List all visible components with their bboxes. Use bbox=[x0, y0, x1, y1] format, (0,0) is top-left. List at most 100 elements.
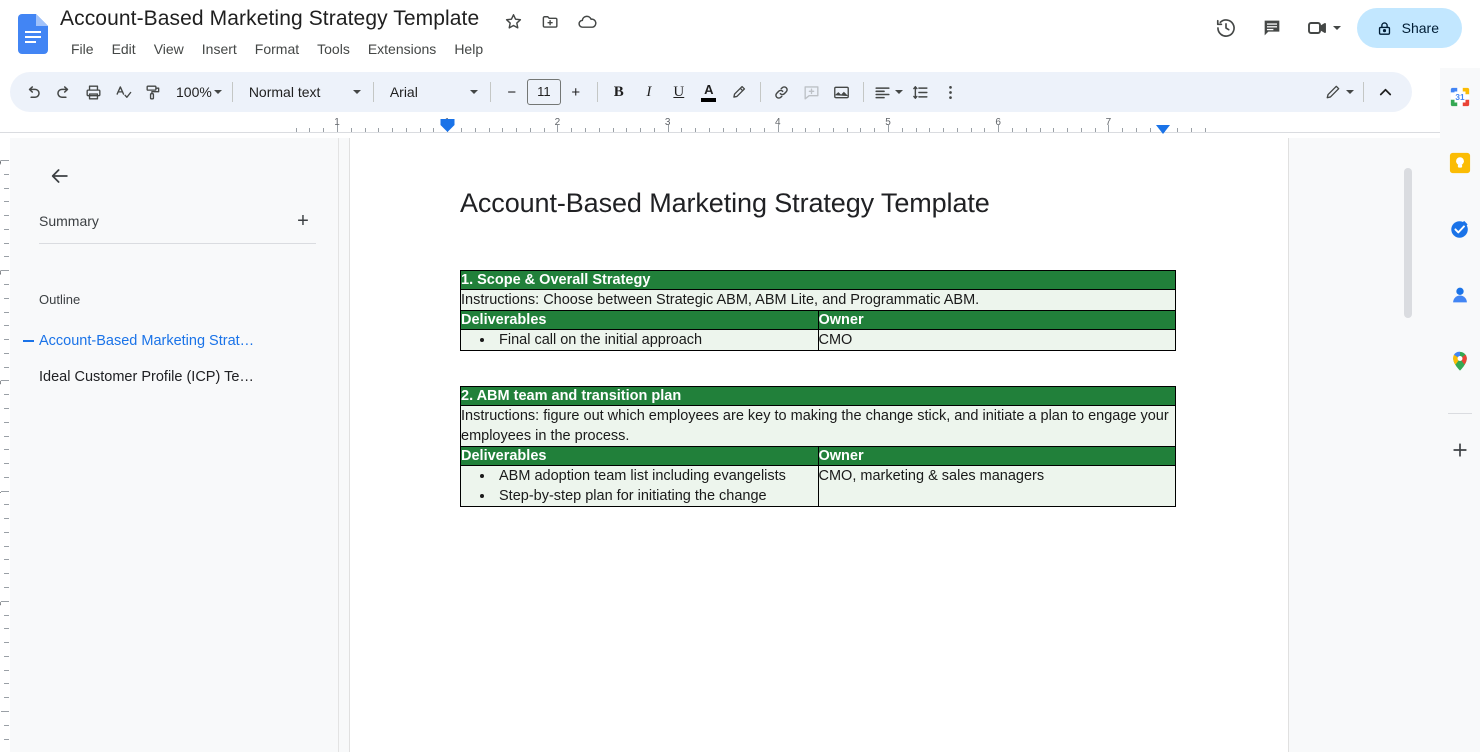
list-item: ABM adoption team list including evangel… bbox=[495, 466, 818, 486]
text-color-swatch bbox=[701, 97, 717, 102]
ruler-minor-tick bbox=[970, 128, 972, 132]
line-spacing-icon[interactable] bbox=[906, 77, 936, 107]
document-page: Account-Based Marketing Strategy Templat… bbox=[349, 138, 1289, 752]
google-calendar-icon[interactable]: 31 bbox=[1449, 86, 1471, 108]
right-indent-marker[interactable] bbox=[1156, 122, 1170, 134]
undo-icon[interactable] bbox=[18, 77, 48, 107]
menu-edit[interactable]: Edit bbox=[104, 37, 144, 61]
menu-tools[interactable]: Tools bbox=[309, 37, 358, 61]
menu-insert[interactable]: Insert bbox=[194, 37, 245, 61]
vruler-minor-tick bbox=[4, 283, 9, 285]
bold-button[interactable]: B bbox=[604, 77, 634, 107]
table-instructions: Instructions: Choose between Strategic A… bbox=[460, 289, 1176, 311]
horizontal-ruler[interactable]: 11234567 bbox=[0, 117, 1440, 138]
document-heading[interactable]: Account-Based Marketing Strategy Templat… bbox=[460, 186, 1210, 220]
ruler-minor-tick bbox=[832, 128, 834, 132]
ruler-minor-tick bbox=[474, 128, 476, 132]
vruler-minor-tick bbox=[4, 201, 9, 203]
google-tasks-icon[interactable] bbox=[1449, 218, 1471, 240]
list-item: Final call on the initial approach bbox=[495, 330, 818, 350]
italic-button[interactable]: I bbox=[634, 77, 664, 107]
version-history-icon[interactable] bbox=[1206, 8, 1246, 48]
font-family-selector[interactable]: Arial bbox=[380, 77, 484, 107]
table-instructions: Instructions: figure out which employees… bbox=[460, 405, 1176, 447]
menu-file[interactable]: File bbox=[63, 37, 102, 61]
ruler-minor-tick bbox=[984, 128, 986, 132]
table-cell-deliverables: ABM adoption team list including evangel… bbox=[460, 465, 819, 507]
ruler-minor-tick bbox=[598, 128, 600, 132]
ruler-minor-tick bbox=[695, 128, 697, 132]
back-arrow-icon[interactable] bbox=[40, 156, 80, 196]
vruler-number: 2 bbox=[0, 270, 3, 275]
menu-format[interactable]: Format bbox=[247, 37, 307, 61]
underline-button[interactable]: U bbox=[664, 77, 694, 107]
cloud-saved-icon[interactable] bbox=[576, 10, 598, 32]
star-icon[interactable] bbox=[502, 10, 524, 32]
insert-image-icon[interactable] bbox=[827, 77, 857, 107]
redo-icon[interactable] bbox=[48, 77, 78, 107]
paragraph-style-selector[interactable]: Normal text bbox=[239, 77, 367, 107]
ruler-minor-tick bbox=[722, 128, 724, 132]
vruler-minor-tick bbox=[4, 587, 9, 589]
zoom-selector[interactable]: 100% bbox=[168, 77, 226, 107]
app-header: Account-Based Marketing Strategy Templat… bbox=[0, 0, 1480, 68]
more-toolbar-options-icon[interactable] bbox=[936, 77, 966, 107]
menu-help[interactable]: Help bbox=[446, 37, 491, 61]
google-docs-window: Account-Based Marketing Strategy Templat… bbox=[0, 0, 1480, 752]
menu-view[interactable]: View bbox=[146, 37, 192, 61]
vruler-minor-tick bbox=[4, 311, 9, 313]
print-icon[interactable] bbox=[78, 77, 108, 107]
align-button[interactable] bbox=[870, 77, 906, 107]
table-cell-owner: CMO bbox=[817, 329, 1176, 351]
increase-font-size-button[interactable]: + bbox=[561, 77, 591, 107]
vertical-ruler[interactable]: 1 2 3 4 5 bbox=[0, 138, 10, 752]
vruler-minor-tick bbox=[4, 683, 9, 685]
comment-history-icon[interactable] bbox=[1252, 8, 1292, 48]
google-maps-icon[interactable] bbox=[1449, 350, 1471, 372]
outline-item-account-based-marketing[interactable]: Account-Based Marketing Strat… bbox=[10, 323, 339, 359]
outline-label: Outline bbox=[39, 292, 81, 307]
move-to-folder-icon[interactable] bbox=[539, 10, 561, 32]
ruler-minor-tick bbox=[364, 128, 366, 132]
ruler-track bbox=[0, 132, 1440, 133]
ruler-minor-tick bbox=[1053, 128, 1055, 132]
ruler-minor-tick bbox=[571, 128, 573, 132]
outline-item-ideal-customer-profile[interactable]: Ideal Customer Profile (ICP) Te… bbox=[10, 359, 339, 395]
vruler-minor-tick bbox=[4, 366, 9, 368]
insert-link-icon[interactable] bbox=[767, 77, 797, 107]
add-side-panel-app-icon[interactable] bbox=[1448, 438, 1472, 462]
font-size-input[interactable]: 11 bbox=[526, 79, 561, 105]
document-scrollbar[interactable] bbox=[1404, 168, 1412, 318]
meet-call-button[interactable] bbox=[1298, 8, 1345, 48]
document-scroll-area[interactable]: Account-Based Marketing Strategy Templat… bbox=[339, 138, 1420, 752]
hide-menus-icon[interactable] bbox=[1370, 77, 1400, 107]
table-row: Deliverables Owner bbox=[460, 446, 1176, 466]
spellcheck-icon[interactable] bbox=[108, 77, 138, 107]
google-docs-logo[interactable] bbox=[18, 14, 48, 54]
text-color-button[interactable]: A bbox=[694, 77, 724, 107]
share-button[interactable]: Share bbox=[1356, 8, 1462, 48]
left-indent-marker[interactable] bbox=[440, 119, 455, 133]
vruler-minor-tick bbox=[4, 655, 9, 657]
vruler-minor-tick bbox=[4, 559, 9, 561]
chevron-down-icon bbox=[469, 90, 478, 94]
vruler-minor-tick bbox=[4, 407, 9, 409]
vruler-minor-tick bbox=[4, 242, 9, 244]
menu-extensions[interactable]: Extensions bbox=[360, 37, 444, 61]
editing-mode-button[interactable] bbox=[1320, 77, 1357, 107]
add-summary-button[interactable]: + bbox=[290, 208, 316, 234]
table-abm-team-transition-plan: 2. ABM team and transition plan Instruct… bbox=[460, 386, 1176, 507]
google-keep-icon[interactable] bbox=[1449, 152, 1471, 174]
paint-format-icon[interactable] bbox=[138, 77, 168, 107]
ruler-minor-tick bbox=[392, 128, 394, 132]
ruler-minor-tick bbox=[543, 128, 545, 132]
highlight-color-icon[interactable] bbox=[724, 77, 754, 107]
ruler-number: 7 bbox=[1105, 117, 1112, 128]
decrease-font-size-button[interactable]: − bbox=[497, 77, 527, 107]
add-comment-icon[interactable] bbox=[797, 77, 827, 107]
google-contacts-icon[interactable] bbox=[1449, 284, 1471, 306]
toolbar-divider bbox=[231, 82, 233, 102]
ruler-minor-tick bbox=[901, 128, 903, 132]
page-title[interactable]: Account-Based Marketing Strategy Templat… bbox=[60, 5, 479, 33]
outline-sidebar: Summary + Outline Account-Based Marketin… bbox=[10, 138, 339, 752]
